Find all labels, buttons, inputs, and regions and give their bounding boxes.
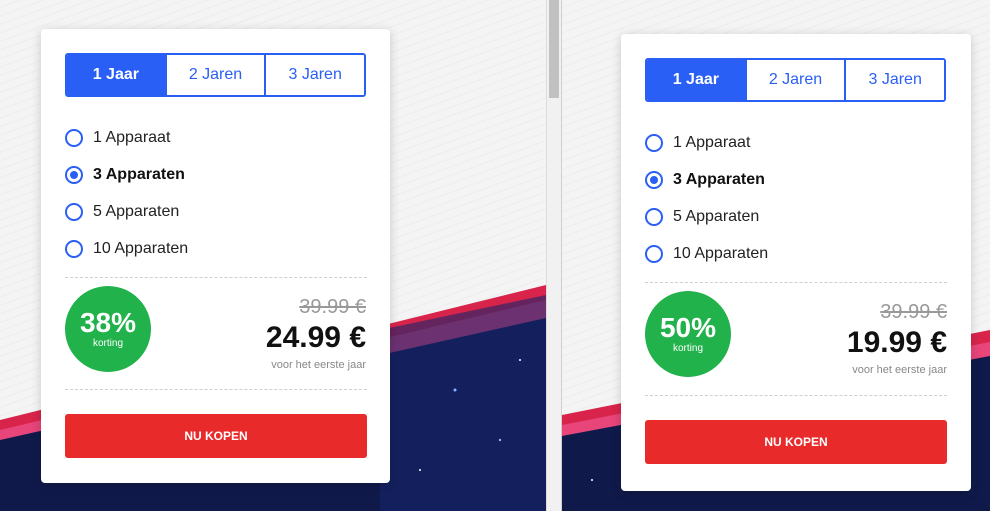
discount-percent: 38% xyxy=(79,307,137,338)
price-note: voor het eerste jaar xyxy=(852,364,947,376)
tab-3-jaren[interactable]: 3 Jaren xyxy=(264,55,364,95)
option-3-apparaten[interactable]: 3 Apparaten xyxy=(645,161,768,198)
radio-button[interactable] xyxy=(65,202,83,221)
option-5-apparaten[interactable]: 5 Apparaten xyxy=(645,198,768,235)
discount-label: korting xyxy=(672,343,703,354)
divider xyxy=(645,282,947,283)
radio-button[interactable] xyxy=(65,128,83,147)
radio-button[interactable] xyxy=(645,133,663,152)
option-label: 5 Apparaten xyxy=(93,202,180,220)
radio-button-selected[interactable] xyxy=(645,170,663,189)
option-1-apparaat[interactable]: 1 Apparaat xyxy=(645,124,768,161)
buy-now-button[interactable]: NU KOPEN xyxy=(645,420,947,464)
price-block: 39.99 € 24.99 € voor het eerste jaar xyxy=(266,295,366,373)
discount-label: korting xyxy=(92,338,123,349)
option-10-apparaten[interactable]: 10 Apparaten xyxy=(65,230,188,267)
option-5-apparaten[interactable]: 5 Apparaten xyxy=(65,193,188,230)
old-price: 39.99 € xyxy=(880,301,947,323)
price-note: voor het eerste jaar xyxy=(271,359,366,371)
duration-tabs: 1 Jaar 2 Jaren 3 Jaren xyxy=(65,53,366,97)
tab-2-jaren[interactable]: 2 Jaren xyxy=(744,60,845,100)
pricing-card-right: 1 Jaar 2 Jaren 3 Jaren 1 Apparaat 3 Appa… xyxy=(621,34,971,491)
new-price: 24.99 € xyxy=(265,321,366,354)
option-label: 3 Apparaten xyxy=(93,165,185,183)
option-label: 1 Apparaat xyxy=(93,128,171,146)
duration-tabs: 1 Jaar 2 Jaren 3 Jaren xyxy=(645,58,946,102)
pricing-card-left: 1 Jaar 2 Jaren 3 Jaren 1 Apparaat 3 Appa… xyxy=(41,29,390,483)
divider xyxy=(645,395,947,396)
scrollbar-thumb[interactable] xyxy=(549,0,559,98)
divider xyxy=(65,277,367,278)
option-label: 5 Apparaten xyxy=(673,207,760,225)
option-1-apparaat[interactable]: 1 Apparaat xyxy=(65,119,188,156)
radio-button[interactable] xyxy=(65,239,83,258)
divider xyxy=(65,389,367,390)
right-viewport: 1 Jaar 2 Jaren 3 Jaren 1 Apparaat 3 Appa… xyxy=(562,0,990,511)
discount-badge: 50% korting xyxy=(645,291,731,377)
option-label: 10 Apparaten xyxy=(93,239,189,257)
device-options: 1 Apparaat 3 Apparaten 5 Apparaten 10 Ap… xyxy=(65,119,188,267)
left-viewport: 1 Jaar 2 Jaren 3 Jaren 1 Apparaat 3 Appa… xyxy=(0,0,546,511)
device-options: 1 Apparaat 3 Apparaten 5 Apparaten 10 Ap… xyxy=(645,124,768,272)
option-label: 10 Apparaten xyxy=(673,244,769,262)
tab-3-jaren[interactable]: 3 Jaren xyxy=(844,60,944,100)
option-10-apparaten[interactable]: 10 Apparaten xyxy=(645,235,768,272)
discount-percent: 50% xyxy=(659,312,717,343)
radio-button[interactable] xyxy=(645,207,663,226)
option-3-apparaten[interactable]: 3 Apparaten xyxy=(65,156,188,193)
radio-button[interactable] xyxy=(645,244,663,263)
new-price: 19.99 € xyxy=(846,326,947,359)
radio-button-selected[interactable] xyxy=(65,165,83,184)
option-label: 1 Apparaat xyxy=(673,133,751,151)
discount-badge: 38% korting xyxy=(65,286,151,372)
vertical-scrollbar[interactable] xyxy=(546,0,562,511)
price-block: 39.99 € 19.99 € voor het eerste jaar xyxy=(847,300,947,378)
tab-1-jaar[interactable]: 1 Jaar xyxy=(647,60,745,100)
tab-2-jaren[interactable]: 2 Jaren xyxy=(164,55,265,95)
tab-1-jaar[interactable]: 1 Jaar xyxy=(67,55,165,95)
option-label: 3 Apparaten xyxy=(673,170,765,188)
old-price: 39.99 € xyxy=(299,296,366,318)
buy-now-button[interactable]: NU KOPEN xyxy=(65,414,367,458)
